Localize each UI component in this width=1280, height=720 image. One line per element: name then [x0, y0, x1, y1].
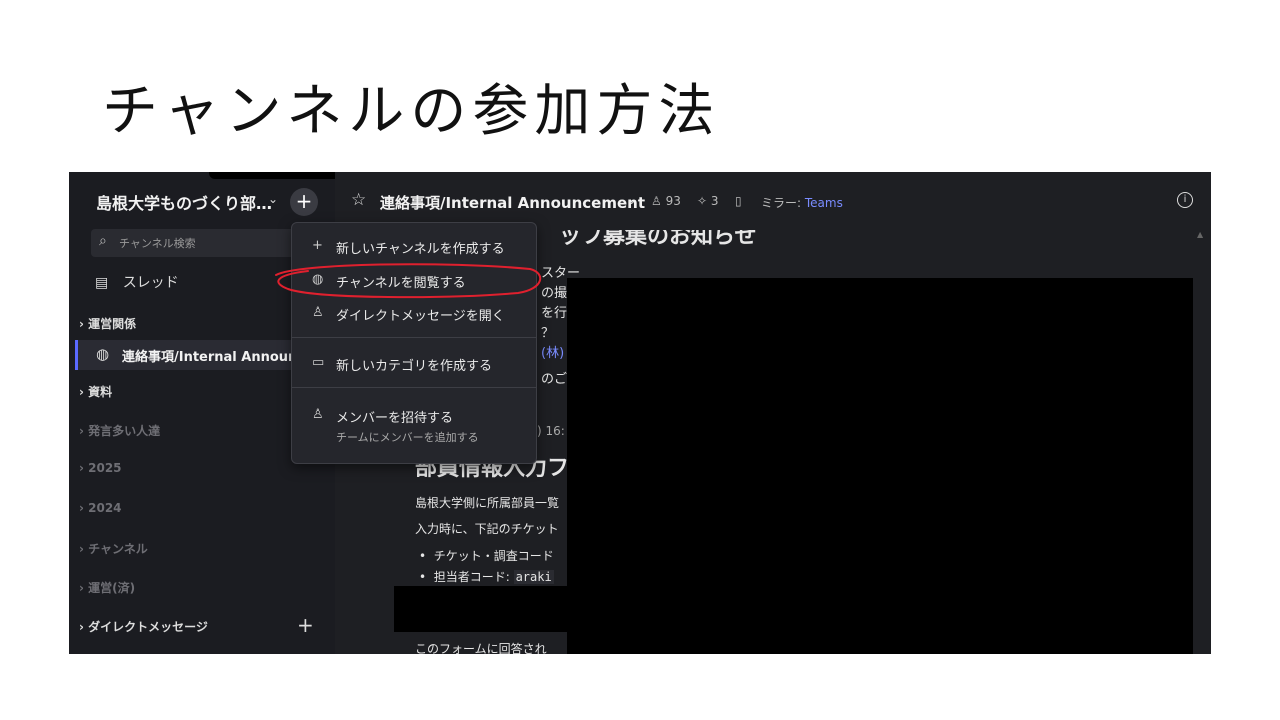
menu-item-subtext: チームにメンバーを追加する	[336, 431, 479, 444]
section-header[interactable]: › ダイレクトメッセージ	[79, 618, 208, 635]
section-label: チャンネル	[88, 542, 148, 556]
section-header[interactable]: › 資料	[79, 383, 112, 400]
section-label: 2024	[88, 501, 122, 515]
document-icon[interactable]: ▯	[735, 194, 742, 208]
channel-label: 連絡事項/Internal Announc	[122, 350, 306, 365]
redacted-area	[394, 586, 568, 632]
list-text: 担当者コード:	[433, 570, 514, 584]
message-text: このフォームに回答され	[415, 642, 547, 654]
add-dm-button[interactable]: +	[297, 613, 314, 637]
section-label: 資料	[88, 385, 113, 399]
members-value: 93	[665, 194, 681, 208]
scrollbar[interactable]: ▲	[1197, 230, 1203, 239]
list-item: • チケット・調査コード	[419, 549, 554, 563]
message-text: ？	[541, 326, 555, 341]
section-label: 運営(済)	[88, 581, 136, 595]
section-header[interactable]: › 2024	[79, 501, 122, 515]
star-icon[interactable]: ☆	[351, 190, 366, 210]
message-heading: ッフ募集のお知らせ	[559, 230, 757, 249]
menu-item-create-channel[interactable]: + 新しいチャンネルを作成する	[292, 232, 536, 262]
search-placeholder: チャンネル検索	[119, 237, 196, 250]
folder-plus-icon: ▭	[312, 355, 325, 370]
pins-count[interactable]: ✧ 3	[697, 194, 719, 208]
chevron-down-icon[interactable]: ⌄	[627, 194, 636, 207]
plus-icon: +	[312, 238, 323, 253]
message-text: 入力時に、下記のチケット	[415, 522, 559, 536]
message-text: 島根大学側に所属部員一覧	[415, 496, 560, 510]
members-count[interactable]: ♙ 93	[651, 194, 681, 208]
section-label: 発言多い人達	[88, 424, 161, 438]
code-text: araki	[513, 570, 554, 584]
mirror-label: ミラー:	[761, 196, 802, 210]
section-header[interactable]: › 運営(済)	[79, 579, 135, 596]
threads-icon: ▤	[95, 275, 109, 291]
menu-item-label: メンバーを招待する	[336, 411, 454, 426]
section-header[interactable]: › 運営関係	[79, 315, 136, 332]
team-name[interactable]: 島根大学ものづくり部…	[96, 190, 272, 214]
globe-icon: ◍	[96, 345, 110, 363]
section-label: 運営関係	[88, 317, 137, 331]
menu-divider	[292, 337, 536, 338]
menu-item-invite-members[interactable]: ♙ メンバーを招待する チームにメンバーを追加する	[292, 401, 536, 447]
threads-label: スレッド	[122, 275, 179, 291]
annotation-circle	[275, 263, 542, 299]
add-menu: + 新しいチャンネルを作成する ◍ チャンネルを閲覧する ♙ ダイレクトメッセー…	[291, 222, 537, 464]
info-icon[interactable]: i	[1177, 192, 1193, 208]
list-item: • 担当者コード: araki	[419, 570, 554, 584]
slide-title: チャンネルの参加方法	[102, 79, 721, 144]
section-header[interactable]: › チャンネル	[79, 540, 148, 557]
menu-item-create-category[interactable]: ▭ 新しいカテゴリを作成する	[292, 349, 536, 379]
mirror-link[interactable]: Teams	[805, 196, 843, 210]
section-header[interactable]: › 発言多い人達	[79, 422, 160, 439]
search-icon: ⌕	[99, 233, 107, 249]
chevron-down-icon[interactable]: ⌄	[268, 192, 278, 206]
list-text: チケット・調査コード	[433, 549, 554, 563]
message-timestamp: ) 16:	[537, 424, 565, 438]
person-icon: ♙	[312, 305, 324, 320]
menu-item-label: 新しいチャンネルを作成する	[336, 242, 505, 257]
mirror-info: ミラー: Teams	[761, 194, 843, 211]
sidebar-item-threads[interactable]: ▤ スレッド	[95, 272, 179, 292]
message-link[interactable]: (林)	[541, 342, 564, 361]
pins-value: 3	[710, 194, 719, 208]
section-label: 2025	[88, 461, 122, 475]
person-icon: ♙	[651, 194, 662, 208]
channel-title[interactable]: 連絡事項/Internal Announcement	[380, 192, 645, 213]
channel-search-input[interactable]: ⌕ チャンネル検索	[91, 229, 303, 257]
person-add-icon: ♙	[312, 407, 324, 422]
menu-divider	[292, 387, 536, 388]
menu-item-label: 新しいカテゴリを作成する	[336, 359, 493, 374]
menu-item-label: ダイレクトメッセージを開く	[336, 309, 505, 324]
pin-icon: ✧	[697, 194, 708, 208]
section-header[interactable]: › 2025	[79, 461, 122, 475]
add-button[interactable]: +	[290, 188, 318, 216]
app-screenshot: 島根大学ものづくり部… ⌄ + ⌕ チャンネル検索 ▤ スレッド › 運営関係 …	[69, 172, 1211, 654]
menu-item-open-dm[interactable]: ♙ ダイレクトメッセージを開く	[292, 299, 536, 329]
section-label: ダイレクトメッセージ	[88, 620, 208, 634]
redacted-area	[567, 278, 1193, 654]
